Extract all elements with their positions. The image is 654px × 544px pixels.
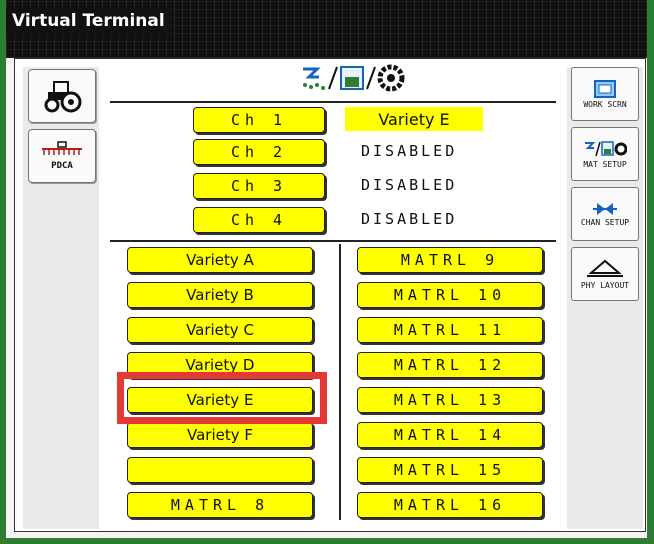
material-button[interactable]: MATRL 10 [357, 282, 543, 308]
material-button[interactable]: MATRL 11 [357, 317, 543, 343]
channel-setup-label: CHAN SETUP [580, 217, 630, 227]
left-softkey-column: PDCA [23, 67, 99, 529]
work-screen-icon [594, 79, 616, 98]
material-setup-softkey[interactable]: MAT SETUP [571, 127, 639, 181]
material-button[interactable]: MATRL 16 [357, 492, 543, 518]
channel-1-value: Variety E [345, 107, 483, 131]
right-softkey-column: WORK SCRN MAT SETUP CHAN SETUP PHY LAYOU… [567, 67, 643, 529]
work-screen-softkey[interactable]: WORK SCRN [571, 67, 639, 121]
material-button[interactable]: Variety F [127, 422, 313, 448]
tractor-icon [44, 81, 82, 113]
channel-2-button[interactable]: Ch 2 [193, 139, 325, 165]
terminal-screen: PDCA Ch 1 Ch 2 Ch 3 Ch 4 Variety E DISAB… [14, 58, 646, 532]
material-button[interactable]: MATRL 8 [127, 492, 313, 518]
layout-triangle-icon [587, 259, 623, 277]
channels-divider [110, 240, 556, 242]
pdca-label: PDCA [51, 161, 73, 171]
pdca-softkey[interactable]: PDCA [28, 129, 96, 183]
implement-icon [42, 141, 82, 155]
material-button[interactable]: MATRL 14 [357, 422, 543, 448]
material-button[interactable]: Variety B [127, 282, 313, 308]
channel-4-button[interactable]: Ch 4 [193, 207, 325, 233]
physical-layout-softkey[interactable]: PHY LAYOUT [571, 247, 639, 301]
channel-2-value: DISABLED [361, 142, 458, 160]
channel-setup-softkey[interactable]: CHAN SETUP [571, 187, 639, 241]
tractor-softkey[interactable] [28, 69, 96, 123]
channel-3-value: DISABLED [361, 176, 458, 194]
material-button[interactable]: MATRL 9 [357, 247, 543, 273]
materials-divider [339, 244, 341, 520]
channel-1-button[interactable]: Ch 1 [193, 107, 325, 133]
title-bar: Virtual Terminal [6, 0, 647, 58]
material-button[interactable]: MATRL 13 [357, 387, 543, 413]
material-button-empty[interactable] [127, 457, 313, 483]
material-setup-header-icon [297, 63, 407, 97]
material-button[interactable]: Variety A [127, 247, 313, 273]
material-button[interactable]: Variety C [127, 317, 313, 343]
channel-4-value: DISABLED [361, 210, 458, 228]
work-screen-label: WORK SCRN [583, 99, 627, 109]
material-button[interactable]: MATRL 15 [357, 457, 543, 483]
physical-layout-label: PHY LAYOUT [580, 280, 630, 290]
virtual-terminal-window: Virtual Terminal PDCA Ch 1 Ch 2 Ch 3 Ch … [6, 0, 647, 538]
material-setup-icon [585, 140, 627, 156]
channel-valve-icon [593, 202, 617, 215]
header-divider [110, 101, 556, 103]
material-button[interactable]: MATRL 12 [357, 352, 543, 378]
channel-3-button[interactable]: Ch 3 [193, 173, 325, 199]
window-title: Virtual Terminal [6, 8, 171, 34]
highlight-box [117, 372, 327, 424]
material-setup-label: MAT SETUP [583, 159, 627, 169]
